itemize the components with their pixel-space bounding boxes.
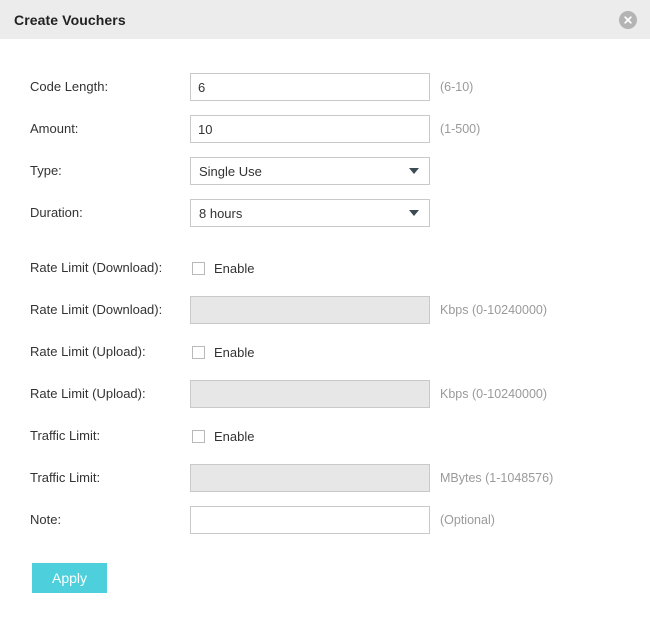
chevron-down-icon: [409, 210, 419, 216]
field-hint: (6-10): [440, 80, 473, 94]
form-row: Rate Limit (Download): Enable: [0, 247, 650, 289]
field-area: Kbps (0-10240000): [190, 296, 547, 324]
dialog-titlebar: Create Vouchers: [0, 0, 650, 39]
field-area: Enable: [190, 345, 254, 360]
form-row: Traffic Limit: MBytes (1-1048576): [0, 457, 650, 499]
row-label-type: Type:: [30, 163, 190, 179]
amount-input[interactable]: [190, 115, 430, 143]
field-area: Single Use: [190, 157, 430, 185]
form-row: Rate Limit (Upload): Kbps (0-10240000): [0, 373, 650, 415]
form-row: Amount: (1-500): [0, 108, 650, 150]
form-row: Note: (Optional): [0, 499, 650, 541]
field-area: 8 hours: [190, 199, 430, 227]
type-select[interactable]: Single Use: [190, 157, 430, 185]
select-value: Single Use: [191, 164, 262, 179]
form-row: Type:Single Use: [0, 150, 650, 192]
checkbox-label: Enable: [214, 261, 254, 276]
form-rows: Code Length: (6-10) Amount: (1-500) Type:Sin…: [0, 66, 650, 541]
field-area: (Optional): [190, 506, 495, 534]
rate-limit-download-input: [190, 296, 430, 324]
row-label-rate-limit-upload: Rate Limit (Upload):: [30, 386, 190, 402]
row-label-duration: Duration:: [30, 205, 190, 221]
dialog-body: Code Length: (6-10) Amount: (1-500) Type:Sin…: [0, 66, 650, 593]
row-label-note: Note:: [30, 512, 190, 528]
traffic-limit-enable-checkbox[interactable]: [192, 430, 205, 443]
form-row: Traffic Limit: Enable: [0, 415, 650, 457]
select-value: 8 hours: [191, 206, 242, 221]
close-icon[interactable]: [619, 11, 637, 29]
dialog-footer: Apply: [0, 563, 650, 593]
form-row: Duration:8 hours: [0, 192, 650, 234]
field-hint: MBytes (1-1048576): [440, 471, 553, 485]
form-row: Code Length: (6-10): [0, 66, 650, 108]
create-vouchers-dialog: Create Vouchers Code Length: (6-10) Amount…: [0, 0, 650, 624]
rate-limit-upload-enable-checkbox[interactable]: [192, 346, 205, 359]
field-area: Enable: [190, 429, 254, 444]
checkbox-label: Enable: [214, 429, 254, 444]
code-length-input[interactable]: [190, 73, 430, 101]
field-area: Kbps (0-10240000): [190, 380, 547, 408]
field-area: Enable: [190, 261, 254, 276]
checkbox-wrapper[interactable]: Enable: [192, 345, 254, 360]
duration-select[interactable]: 8 hours: [190, 199, 430, 227]
checkbox-wrapper[interactable]: Enable: [192, 261, 254, 276]
field-hint: (1-500): [440, 122, 480, 136]
row-label-code-length: Code Length:: [30, 79, 190, 95]
row-label-rate-limit-upload: Rate Limit (Upload):: [30, 344, 190, 360]
field-area: (6-10): [190, 73, 473, 101]
field-hint: Kbps (0-10240000): [440, 387, 547, 401]
form-row: Rate Limit (Upload): Enable: [0, 331, 650, 373]
form-row: Rate Limit (Download): Kbps (0-10240000): [0, 289, 650, 331]
rate-limit-download-enable-checkbox[interactable]: [192, 262, 205, 275]
checkbox-wrapper[interactable]: Enable: [192, 429, 254, 444]
row-label-rate-limit-download: Rate Limit (Download):: [30, 302, 190, 318]
field-area: (1-500): [190, 115, 480, 143]
row-label-traffic-limit: Traffic Limit:: [30, 428, 190, 444]
traffic-limit-input: [190, 464, 430, 492]
chevron-down-icon: [409, 168, 419, 174]
checkbox-label: Enable: [214, 345, 254, 360]
dialog-title: Create Vouchers: [14, 12, 126, 28]
row-label-amount: Amount:: [30, 121, 190, 137]
field-area: MBytes (1-1048576): [190, 464, 553, 492]
field-hint: (Optional): [440, 513, 495, 527]
row-label-traffic-limit: Traffic Limit:: [30, 470, 190, 486]
note-input[interactable]: [190, 506, 430, 534]
rate-limit-upload-input: [190, 380, 430, 408]
field-hint: Kbps (0-10240000): [440, 303, 547, 317]
apply-button[interactable]: Apply: [32, 563, 107, 593]
row-label-rate-limit-download: Rate Limit (Download):: [30, 260, 190, 276]
